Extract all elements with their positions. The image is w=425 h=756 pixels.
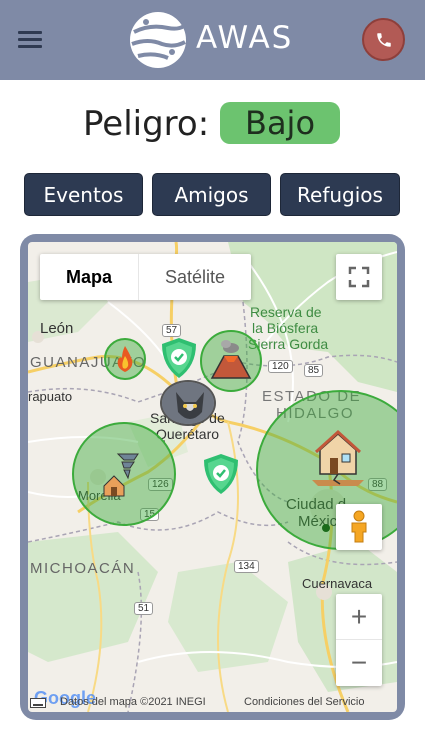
route-120: 120 [268, 360, 293, 373]
events-button[interactable]: Eventos [24, 173, 143, 216]
route-85: 85 [304, 364, 324, 377]
hamburger-menu-icon[interactable] [18, 28, 42, 50]
fullscreen-button[interactable] [336, 254, 382, 300]
tornado-event-marker[interactable] [72, 422, 176, 526]
map-frame: León GUANAJUATO rapuato Reserva de la Bi… [20, 234, 405, 720]
keyboard-icon[interactable] [30, 698, 46, 708]
map-view[interactable]: León GUANAJUATO rapuato Reserva de la Bi… [28, 242, 397, 712]
route-134: 134 [234, 560, 259, 573]
map-type-control: Mapa Satélite [40, 254, 252, 300]
zoom-out-button[interactable]: − [336, 640, 382, 686]
danger-level-badge: Bajo [220, 102, 340, 144]
fire-icon [117, 346, 133, 372]
label-leon: León [40, 320, 74, 337]
awas-logo [130, 12, 186, 68]
terms-link[interactable]: Condiciones del Servicio [244, 696, 364, 708]
shield-check-icon [162, 338, 196, 378]
fullscreen-icon [348, 266, 370, 288]
street-view-button[interactable] [336, 504, 382, 550]
zoom-control: + − [336, 594, 382, 686]
shield-check-icon [204, 454, 238, 494]
volcano-icon [210, 340, 252, 379]
map-data-attribution: Datos del mapa ©2021 INEGI [60, 696, 206, 708]
label-irapuato: rapuato [28, 389, 73, 404]
top-bar: AWAS [0, 0, 425, 80]
call-button[interactable] [362, 18, 405, 61]
fire-event-marker[interactable] [104, 338, 146, 380]
danger-label: Peligro: [83, 104, 210, 144]
zoom-in-button[interactable]: + [336, 594, 382, 640]
app-title: AWAS [196, 20, 294, 56]
friends-button[interactable]: Amigos [152, 173, 271, 216]
route-51: 51 [134, 602, 154, 615]
tornado-icon [103, 453, 139, 497]
shelter-marker-1[interactable] [160, 336, 198, 380]
map-type-map[interactable]: Mapa [40, 254, 140, 300]
friend-avatar-marker[interactable] [160, 380, 216, 426]
label-reserva-1: Reserva de [250, 304, 322, 320]
label-reserva-2: la Biósfera [252, 320, 319, 336]
label-michoacan: MICHOACÁN [30, 560, 136, 577]
pegman-icon [351, 510, 367, 543]
map-attribution-bar: Datos del mapa ©2021 INEGI Condiciones d… [28, 694, 397, 712]
label-cuernavaca: Cuernavaca [302, 576, 373, 591]
shelters-button[interactable]: Refugios [280, 173, 400, 216]
shelter-marker-2[interactable] [202, 452, 240, 496]
map-type-satellite[interactable]: Satélite [139, 254, 251, 300]
phone-icon [376, 32, 391, 47]
volcano-event-marker[interactable] [200, 330, 262, 392]
